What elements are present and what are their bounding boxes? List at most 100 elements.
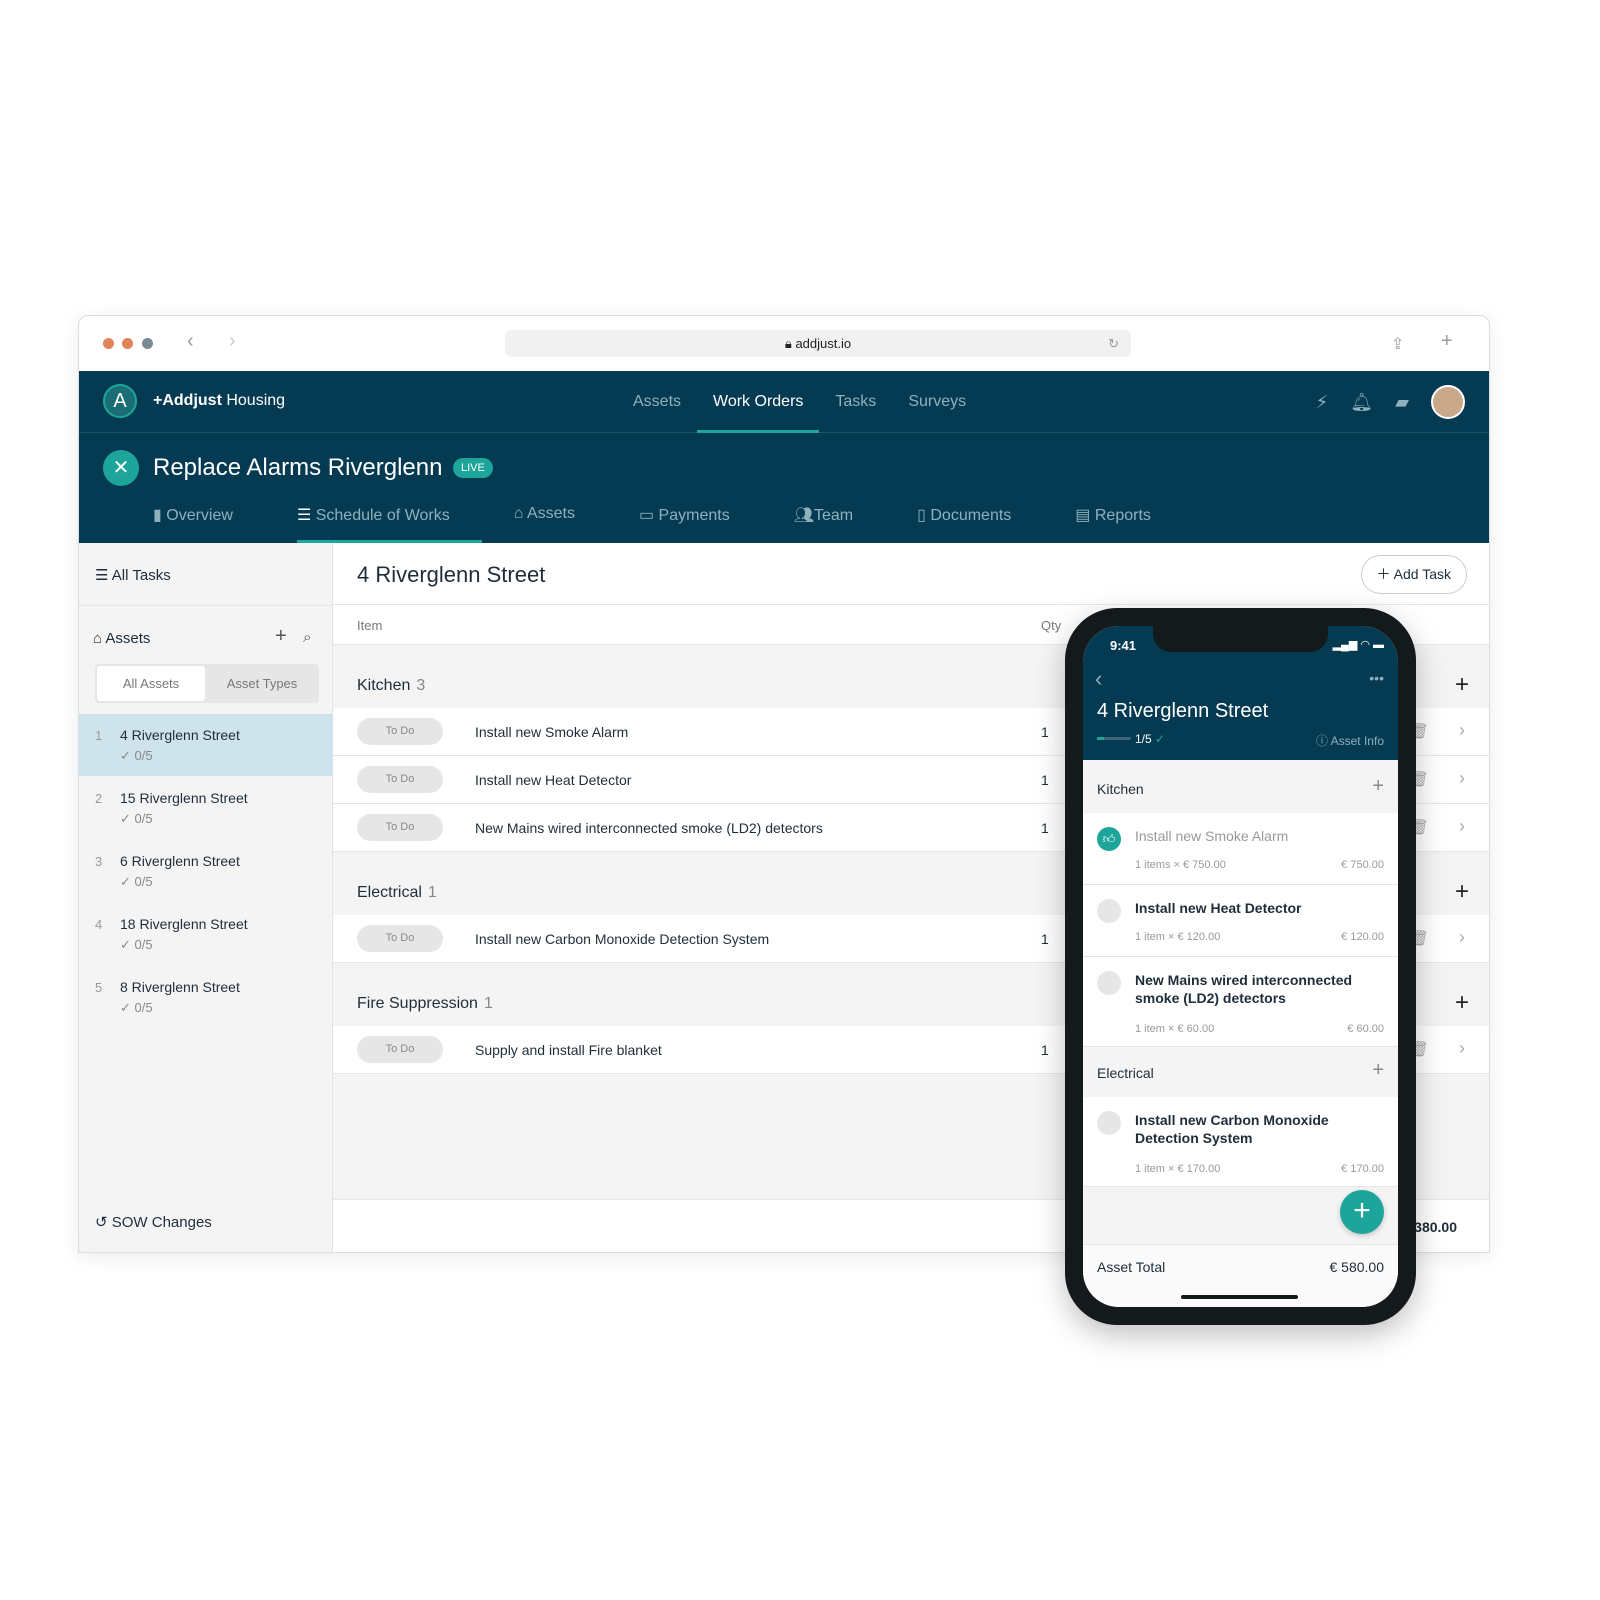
thumbs-up-icon[interactable]: 👍︎ [1097,827,1121,851]
reload-icon[interactable]: ↻ [1108,330,1119,357]
asset-item[interactable]: 2 15 Riverglenn Street ✓ 0/5 [79,777,333,839]
header-icons: ⚡︎ 🔔︎ ▰ [1316,385,1465,419]
chevron-right-icon[interactable]: › [1459,927,1465,948]
add-icon[interactable]: + [1372,775,1384,798]
tab-label: Schedule of Works [315,507,450,524]
item-qty: 1 [1041,724,1049,740]
tab-documents[interactable]: ▯ Documents [917,495,1059,543]
phone-title: 4 Riverglenn Street [1097,700,1269,722]
chevron-right-icon[interactable]: › [1459,720,1465,741]
add-item-icon[interactable]: + [1455,878,1469,906]
task-meta: 1 item × € 60.00 [1135,1023,1215,1035]
tab-assets[interactable]: ⌂ Assets [514,495,623,543]
total-value: 380.00 [1414,1219,1457,1235]
nav-tasks[interactable]: Tasks [819,371,892,433]
sow-changes-link[interactable]: ↺ SOW Changes [95,1213,212,1231]
add-task-button[interactable]: ＋ Add Task [1360,555,1467,594]
tab-team[interactable]: 👥︎Team [794,495,901,543]
address-bar[interactable]: 🔒︎ addjust.io ↻ [505,330,1131,357]
progress-value: 0/5 [134,748,153,763]
new-tab-icon[interactable]: + [1441,330,1453,353]
status-pill[interactable]: To Do [357,1036,443,1063]
forward-icon[interactable]: › [229,330,236,353]
asset-info-link[interactable]: ⓘ Asset Info [1316,732,1384,749]
phone-task-item[interactable]: Install new Heat Detector 1 item × € 120.… [1083,885,1398,957]
status-pill[interactable]: To Do [357,718,443,745]
fab-add-button[interactable]: + [1340,1190,1384,1234]
task-meta: 1 item × € 120.00 [1135,931,1221,943]
app-header: A +Addjust Housing Assets Work Orders Ta… [79,371,1489,433]
close-dot[interactable] [103,338,114,349]
section-name: Fire Suppression [357,995,478,1012]
asset-title: 4 Riverglenn Street [357,562,546,587]
phone-screen: 9:41 ▂▄▆ ◠ ▬ ‹ ••• 4 Riverglenn Street 1… [1083,626,1398,1307]
status-badge: LIVE [453,458,493,478]
progress-text: 1/5 ✓ [1135,732,1166,746]
status-pill[interactable]: To Do [357,814,443,841]
asset-item[interactable]: 3 6 Riverglenn Street ✓ 0/5 [79,840,333,902]
progress-value: 1/5 [1135,732,1152,746]
item-name: New Mains wired interconnected smoke (LD… [475,820,823,836]
phone-task-item[interactable]: Install new Carbon Monoxide Detection Sy… [1083,1097,1398,1187]
tab-schedule-of-works[interactable]: ☰ Schedule of Works [296,495,482,543]
phone-task-item[interactable]: New Mains wired interconnected smoke (LD… [1083,957,1398,1047]
asset-name: 18 Riverglenn Street [120,916,248,932]
nav-work-orders[interactable]: Work Orders [697,371,820,433]
status-pill[interactable]: To Do [357,925,443,952]
brand-bold: +Addjust [153,392,222,409]
sidebar: ☰ All Tasks ⌂ Assets + ⌕ All Assets Asse… [79,543,333,1252]
all-tasks-link[interactable]: ☰ All Tasks [95,566,171,584]
asset-progress: ✓ 0/5 [120,811,153,826]
back-icon[interactable]: ‹ [187,330,194,353]
section-name: Electrical [357,884,422,901]
status-circle-icon[interactable] [1097,1111,1121,1135]
asset-item[interactable]: 5 8 Riverglenn Street ✓ 0/5 [79,966,333,1028]
add-asset-icon[interactable]: + [275,625,287,648]
progress-value: 0/5 [134,1000,153,1015]
add-item-icon[interactable]: + [1455,989,1469,1017]
status-pill[interactable]: To Do [357,766,443,793]
project-tabs: ▮ Overview ☰ Schedule of Works ⌂ Assets … [153,495,1215,543]
search-icon[interactable]: ⌕ [303,629,311,646]
maximize-dot[interactable] [142,338,153,349]
tab-overview[interactable]: ▮ Overview [153,495,281,543]
phone-task-item[interactable]: 👍︎ Install new Smoke Alarm 1 items × € 750… [1083,813,1398,885]
toggle-asset-types[interactable]: Asset Types [207,666,317,701]
back-icon[interactable]: ‹ [1095,666,1102,692]
lightning-icon[interactable]: ⚡︎ [1316,392,1329,413]
task-price: € 60.00 [1347,1023,1384,1035]
item-name: Supply and install Fire blanket [475,1042,662,1058]
chevron-right-icon[interactable]: › [1459,768,1465,789]
bell-icon[interactable]: 🔔︎ [1350,392,1373,413]
status-time: 9:41 [1110,638,1137,653]
asset-item[interactable]: 4 18 Riverglenn Street ✓ 0/5 [79,903,333,965]
asset-name: 6 Riverglenn Street [120,853,240,869]
add-icon[interactable]: + [1372,1059,1384,1082]
section-heading: Kitchen 3 [357,677,425,695]
section-count: 1 [427,884,437,901]
tab-reports[interactable]: ▤ Reports [1075,495,1199,543]
nav-assets[interactable]: Assets [617,371,697,433]
logo-icon[interactable]: A [103,384,137,418]
asset-item[interactable]: 1 4 Riverglenn Street ✓ 0/5 [79,714,333,776]
progress-value: 0/5 [134,811,153,826]
toggle-all-assets[interactable]: All Assets [97,666,205,701]
chevron-right-icon[interactable]: › [1459,1038,1465,1059]
asset-progress: ✓ 0/5 [120,937,153,952]
minimize-dot[interactable] [122,338,133,349]
nav-surveys[interactable]: Surveys [892,371,982,433]
asset-progress: ✓ 0/5 [120,874,153,889]
chevron-right-icon[interactable]: › [1459,816,1465,837]
assets-heading: ⌂ Assets [93,630,151,647]
avatar[interactable] [1431,385,1465,419]
item-name: Install new Carbon Monoxide Detection Sy… [475,931,770,947]
share-icon[interactable]: ⇪ [1391,334,1404,354]
brand: +Addjust Housing [153,392,285,410]
more-icon[interactable]: ••• [1369,670,1384,686]
chat-icon[interactable]: ▰ [1395,392,1409,413]
status-circle-icon[interactable] [1097,899,1121,923]
add-item-icon[interactable]: + [1455,671,1469,699]
col-qty: Qty [1041,618,1062,633]
tab-payments[interactable]: ▭ Payments [639,495,778,543]
status-circle-icon[interactable] [1097,971,1121,995]
